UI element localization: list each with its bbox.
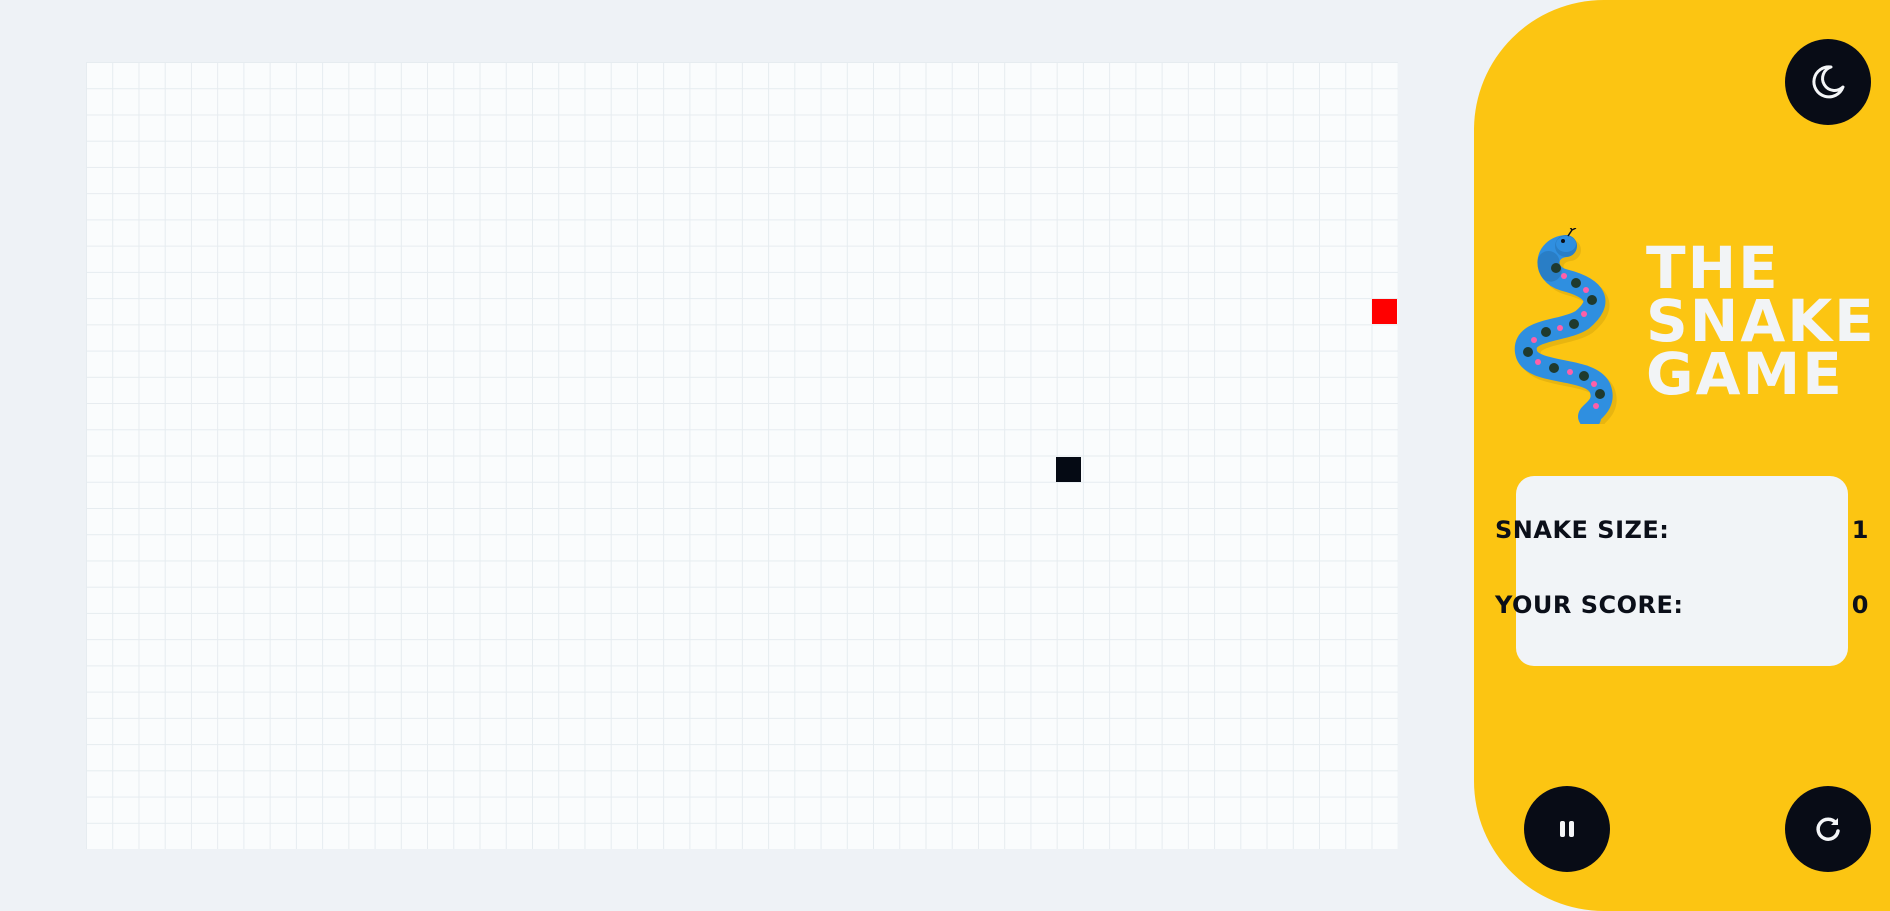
game-title: THE SNAKE GAME — [1646, 239, 1876, 408]
restart-icon — [1812, 813, 1844, 845]
pause-icon — [1552, 814, 1582, 844]
moon-icon — [1806, 60, 1850, 104]
pause-button[interactable] — [1524, 786, 1610, 872]
score-row: YOUR SCORE: 0 — [1495, 591, 1869, 619]
snake-head — [1056, 457, 1081, 482]
sidebar: THE SNAKE GAME SNAKE SIZE: 1 YOUR SCORE:… — [1474, 0, 1890, 911]
snake-size-value: 1 — [1851, 516, 1869, 544]
snake-size-row: SNAKE SIZE: 1 — [1495, 516, 1869, 544]
food-cell — [1372, 299, 1397, 324]
stats-panel — [1516, 476, 1848, 666]
theme-toggle-button[interactable] — [1785, 39, 1871, 125]
snake-size-label: SNAKE SIZE: — [1495, 516, 1670, 544]
game-board[interactable] — [86, 62, 1398, 849]
restart-button[interactable] — [1785, 786, 1871, 872]
snake-logo — [1504, 226, 1634, 433]
title-line: GAME — [1646, 340, 1844, 408]
score-value: 0 — [1851, 591, 1869, 619]
score-label: YOUR SCORE: — [1495, 591, 1684, 619]
snake-game-page: THE SNAKE GAME SNAKE SIZE: 1 YOUR SCORE:… — [0, 0, 1890, 911]
